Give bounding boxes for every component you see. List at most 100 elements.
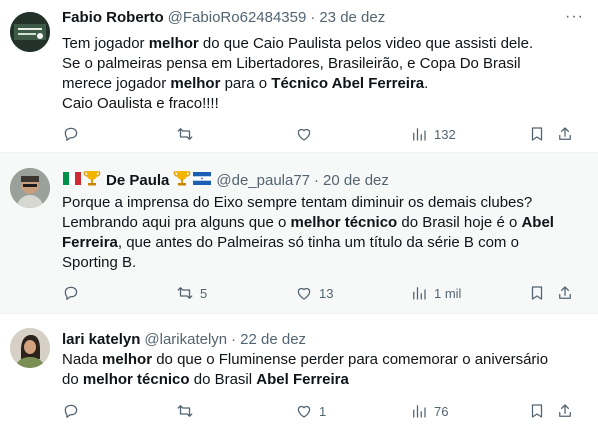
share-icon: [559, 127, 571, 140]
tweet-text-line: do melhor técnico do Brasil Abel Ferreir…: [62, 370, 582, 390]
tweet-text-line: merece jogador melhor para o Técnico Abe…: [62, 74, 582, 94]
like-button[interactable]: [295, 125, 319, 143]
tweet-text-line: Tem jogador melhor do que Caio Paulista …: [62, 34, 582, 54]
tweet-text-line: Lembrando aqui pra alguns que o melhor t…: [62, 213, 582, 233]
views-count: 1 mil: [434, 285, 462, 301]
text-run: Nada: [62, 351, 103, 368]
tweet-actions: 5 13 1 mil: [62, 284, 582, 304]
share-icon: [559, 404, 571, 417]
tweet-header: lari katelyn @larikatelyn · 22 de dez: [62, 330, 306, 350]
trophy-icon: [83, 169, 101, 193]
avatar[interactable]: [10, 328, 50, 368]
retweet-button[interactable]: 5: [176, 284, 207, 302]
text-run: Porque a imprensa do Eixo sempre tentam …: [62, 194, 533, 211]
reply-icon: [64, 127, 78, 141]
retweet-icon: [177, 405, 193, 417]
share-button[interactable]: [556, 402, 574, 420]
retweet-count: 5: [200, 285, 208, 301]
tweet-1[interactable]: Fabio Roberto @FabioRo62484359 · 23 de d…: [0, 0, 598, 153]
bookmark-icon: [531, 127, 543, 141]
tweet-text: Nada melhor do que o Fluminense perder p…: [62, 350, 582, 390]
like-button[interactable]: 1: [295, 402, 326, 420]
views-count: 76: [434, 403, 449, 419]
text-run: , que antes do Palmeiras só tinha um tít…: [117, 234, 519, 251]
views-count: 132: [434, 126, 456, 142]
tweet-date[interactable]: 23 de dez: [319, 8, 385, 28]
more-icon[interactable]: ···: [565, 8, 584, 26]
reply-button[interactable]: [62, 284, 86, 302]
text-run: do Brasil hoje é o: [397, 214, 522, 231]
text-run: do: [62, 371, 83, 388]
honduras-flag-icon: [193, 171, 212, 191]
retweet-icon: [177, 128, 193, 140]
heart-icon: [297, 128, 311, 141]
tweet-text-line: Caio Oaulista e fraco!!!!: [62, 94, 582, 114]
text-run: do que Caio Paulista pelos video que ass…: [198, 35, 534, 52]
retweet-button[interactable]: [176, 125, 200, 143]
views-icon: [413, 405, 426, 418]
tweet-text: Tem jogador melhor do que Caio Paulista …: [62, 34, 582, 114]
text-run: merece jogador: [62, 75, 171, 92]
retweet-icon: [177, 287, 193, 299]
text-run: do que o Fluminense perder para comemora…: [152, 351, 549, 368]
text-run: do Brasil: [189, 371, 257, 388]
author-name[interactable]: Fabio Roberto: [62, 8, 164, 28]
bookmark-button[interactable]: [528, 284, 546, 302]
author-handle[interactable]: @FabioRo62484359: [168, 8, 307, 28]
text-run: para o: [220, 75, 272, 92]
tweet-date[interactable]: 20 de dez: [323, 171, 389, 191]
bookmark-button[interactable]: [528, 402, 546, 420]
tweet-text-line: Se o palmeiras pensa em Libertadores, Br…: [62, 54, 582, 74]
bookmark-button[interactable]: [528, 125, 546, 143]
share-icon: [559, 286, 571, 299]
highlighted-term: Ferreira: [62, 234, 118, 251]
avatar[interactable]: [10, 168, 50, 208]
tweet-actions: 132: [62, 125, 582, 145]
highlighted-term: melhor: [102, 351, 153, 368]
tweet-text-line: Sporting B.: [62, 253, 582, 273]
views-button[interactable]: 1 mil: [410, 284, 461, 302]
highlighted-term: Abel Ferreira: [256, 371, 349, 388]
tweet-2[interactable]: De Paula @de_paula77 · 20 de dez Porque …: [0, 153, 598, 314]
views-icon: [413, 128, 426, 141]
heart-icon: [297, 287, 311, 300]
author-name[interactable]: De Paula: [106, 171, 169, 191]
trophy-icon: [173, 169, 191, 193]
author-name[interactable]: lari katelyn: [62, 330, 140, 350]
views-button[interactable]: 132: [410, 125, 456, 143]
author-handle[interactable]: @de_paula77: [216, 171, 310, 191]
text-run: Lembrando aqui pra alguns que o: [62, 214, 291, 231]
text-run: .: [424, 75, 429, 92]
separator-dot: ·: [314, 172, 320, 189]
separator-dot: ·: [231, 331, 237, 348]
share-button[interactable]: [556, 125, 574, 143]
tweet-text-line: Ferreira, que antes do Palmeiras só tinh…: [62, 233, 582, 253]
reply-button[interactable]: [62, 125, 86, 143]
tweet-date[interactable]: 22 de dez: [240, 330, 306, 350]
like-button[interactable]: 13: [295, 284, 333, 302]
author-handle[interactable]: @larikatelyn: [144, 330, 227, 350]
like-count: 13: [319, 285, 334, 301]
retweet-button[interactable]: [176, 402, 200, 420]
tweet-text: Porque a imprensa do Eixo sempre tentam …: [62, 193, 582, 273]
text-run: Se o palmeiras pensa em Libertadores, Br…: [62, 55, 521, 72]
tweet-text-line: Porque a imprensa do Eixo sempre tentam …: [62, 193, 582, 213]
highlighted-term: melhor: [170, 75, 221, 92]
tweet-header: De Paula @de_paula77 · 20 de dez: [62, 169, 389, 193]
highlighted-term: melhor: [148, 35, 199, 52]
tweet-text-line: Nada melhor do que o Fluminense perder p…: [62, 350, 582, 370]
heart-icon: [297, 405, 311, 418]
highlighted-term: Abel: [521, 214, 554, 231]
text-run: Tem jogador: [62, 35, 149, 52]
share-button[interactable]: [556, 284, 574, 302]
highlighted-term: melhor técnico: [82, 371, 190, 388]
text-run: Caio Oaulista e fraco!!!!: [62, 95, 219, 112]
avatar[interactable]: [10, 12, 50, 52]
views-icon: [413, 287, 426, 300]
reply-icon: [64, 404, 78, 418]
like-count: 1: [319, 403, 327, 419]
reply-button[interactable]: [62, 402, 86, 420]
views-button[interactable]: 76: [410, 402, 448, 420]
bookmark-icon: [531, 404, 543, 418]
separator-dot: ·: [310, 9, 316, 26]
